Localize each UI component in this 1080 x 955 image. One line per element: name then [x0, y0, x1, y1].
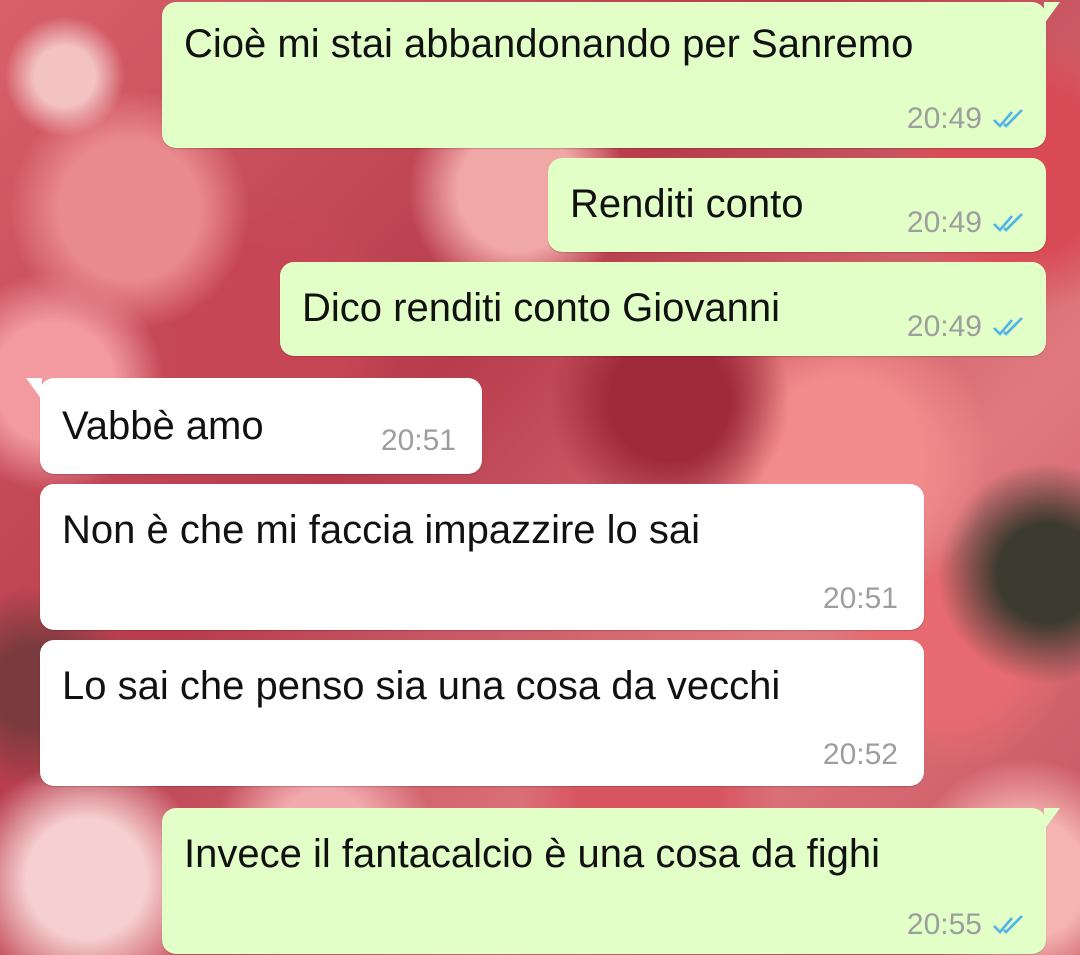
message-time: 20:52 — [822, 738, 898, 771]
bubble-tail — [1044, 2, 1060, 24]
message-time: 20:51 — [380, 424, 456, 457]
message-text: Lo sai che penso sia una cosa da vecchi — [62, 664, 781, 708]
message-text: Renditi conto — [570, 182, 804, 226]
bubble-tail — [1044, 808, 1060, 830]
double-check-read-icon — [993, 317, 1023, 336]
outgoing-message[interactable]: Invece il fantacalcio è una cosa da figh… — [162, 808, 1060, 954]
double-check-read-icon — [993, 213, 1023, 232]
message-time: 20:51 — [822, 582, 898, 615]
message-text: Non è che mi faccia impazzire lo sai — [62, 508, 701, 552]
incoming-message[interactable]: Non è che mi faccia impazzire lo sai 20:… — [40, 484, 924, 630]
double-check-read-icon — [993, 109, 1023, 128]
message-text: Dico renditi conto Giovanni — [302, 286, 781, 330]
double-check-read-icon — [993, 915, 1023, 934]
incoming-message[interactable]: Lo sai che penso sia una cosa da vecchi … — [40, 640, 924, 786]
message-time: 20:49 — [906, 206, 982, 239]
outgoing-message[interactable]: Dico renditi conto Giovanni 20:49 — [280, 262, 1046, 356]
bubble-tail — [26, 378, 42, 400]
incoming-message[interactable]: Vabbè amo 20:51 — [26, 378, 482, 474]
message-time: 20:49 — [906, 310, 982, 343]
message-text: Cioè mi stai abbandonando per Sanremo — [184, 22, 914, 66]
outgoing-message[interactable]: Renditi conto 20:49 — [548, 158, 1046, 252]
message-time: 20:55 — [906, 908, 982, 941]
message-text: Vabbè amo — [62, 404, 264, 448]
message-time: 20:49 — [906, 102, 982, 135]
message-text: Invece il fantacalcio è una cosa da figh… — [184, 832, 880, 876]
outgoing-message[interactable]: Cioè mi stai abbandonando per Sanremo 20… — [162, 2, 1060, 148]
